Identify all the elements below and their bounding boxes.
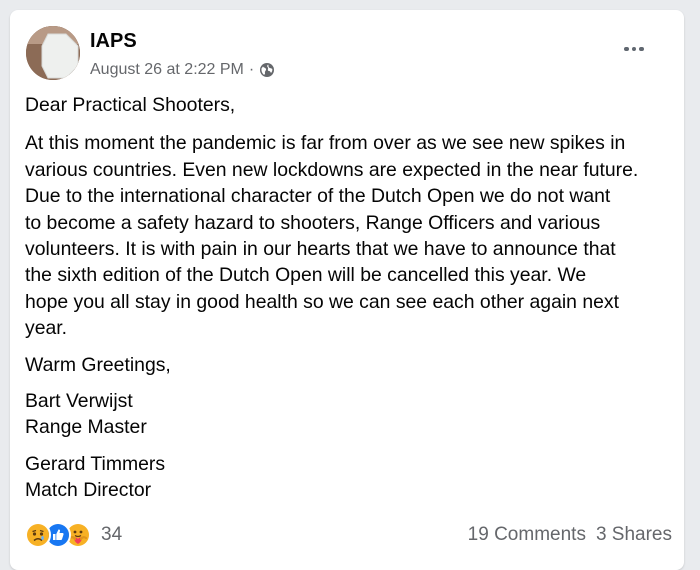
post-line: to become a safety hazard to shooters, R… [25, 211, 601, 234]
reactions-summary[interactable]: 34 [25, 522, 122, 548]
post-timestamp[interactable]: August 26 at 2:22 PM [90, 60, 244, 80]
meta-separator: · [248, 61, 255, 78]
post-author[interactable]: IAPS [90, 29, 137, 53]
signature-name: Bart Verwijst [25, 390, 133, 413]
post-greeting: Dear Practical Shooters, [25, 94, 236, 116]
more-options-icon-dot [639, 46, 644, 52]
post-closing: Warm Greetings, [25, 353, 171, 376]
post-stats: 19 Comments 3 Shares [468, 522, 672, 548]
more-options-icon-dot [631, 46, 637, 52]
reaction-count[interactable]: 34 [101, 524, 122, 546]
post-paragraph: At this moment the pandemic is far from … [25, 130, 675, 341]
post-line: the sixth edition of the Dutch Open will… [25, 264, 587, 287]
post-line: Due to the international character of th… [25, 185, 611, 208]
post-card: IAPS August 26 at 2:22 PM · Dear Practic… [10, 10, 684, 570]
signature-block-1: Bart Verwijst Range Master [25, 388, 675, 441]
post-line: At this moment the pandemic is far from … [25, 132, 626, 155]
post-meta: August 26 at 2:22 PM · [90, 60, 275, 80]
avatar[interactable] [26, 26, 80, 80]
signature-title: Range Master [25, 416, 147, 439]
comments-count-link[interactable]: 19 Comments [468, 522, 586, 548]
more-options-icon [624, 46, 629, 52]
signature-title: Match Director [25, 479, 152, 502]
signature-name: Gerard Timmers [25, 452, 166, 475]
post-body: Dear Practical Shooters, At this moment … [25, 92, 675, 504]
post-line: volunteers. It is with pain in our heart… [25, 238, 616, 261]
post-footer: 34 19 Comments 3 Shares [25, 522, 675, 548]
globe-icon[interactable] [259, 62, 275, 78]
more-options-button[interactable] [616, 34, 652, 64]
post-line: various countries. Even new lockdowns ar… [25, 158, 639, 181]
post-line: hope you all stay in good health so we c… [25, 290, 619, 313]
post-line: year. [25, 317, 68, 340]
sad-reaction-icon [25, 522, 51, 548]
signature-block-2: Gerard Timmers Match Director [25, 451, 675, 504]
shares-count-link[interactable]: 3 Shares [596, 522, 672, 548]
